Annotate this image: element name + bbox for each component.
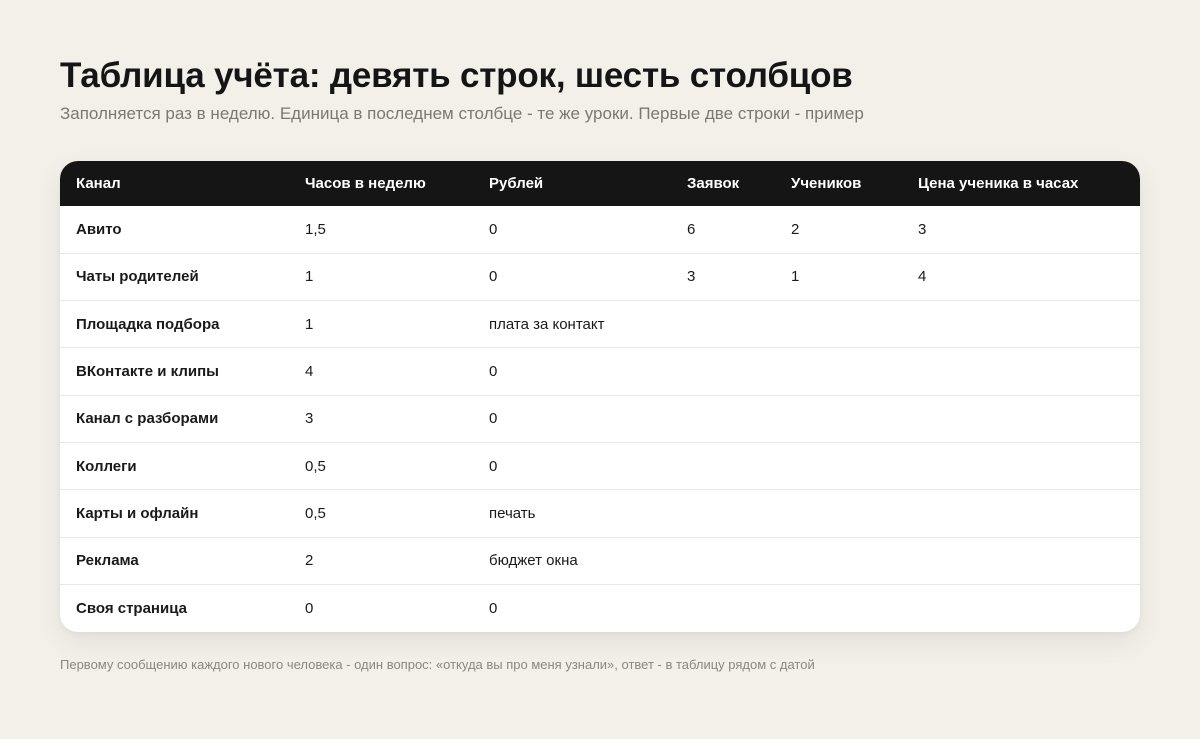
cell-rubles: плата за контакт [489,315,605,333]
tracking-table-card: Канал Часов в неделю Рублей Заявок Учени… [60,161,1140,632]
cell-hours: 1,5 [305,220,326,238]
cell-student-cost: 3 [918,220,927,238]
cell-channel: Коллеги [76,457,137,475]
cell-channel: Чаты родителей [76,268,199,286]
column-header-rubles: Рублей [489,175,544,192]
cell-requests [671,348,775,395]
cell-requests [671,395,775,442]
cell-requests [671,442,775,489]
page-title: Таблица учёта: девять строк, шесть столб… [60,56,853,95]
cell-hours: 0 [305,599,314,617]
cell-requests [671,584,775,631]
table-row: Чаты родителей 1 0 3 1 4 [60,253,1140,300]
cell-channel: ВКонтакте и клипы [76,363,219,381]
page-subtitle: Заполняется раз в неделю. Единица в посл… [60,104,864,123]
cell-students [775,584,902,631]
cell-student-cost [902,395,1140,442]
cell-channel: Реклама [76,552,139,570]
column-header-student-cost: Цена ученика в часах [918,175,1079,192]
cell-students: 2 [791,220,800,238]
table-body: Авито 1,5 0 6 2 3 Чаты родителей 1 0 3 1 4 Площадка … [60,206,1140,632]
cell-channel: Площадка подбора [76,315,220,333]
table-row: Своя страница 0 0 [60,584,1140,631]
cell-student-cost [902,584,1140,631]
cell-rubles: 0 [489,599,498,617]
cell-requests [671,537,775,584]
cell-rubles: бюджет окна [489,552,578,570]
cell-hours: 0,5 [305,457,326,475]
cell-hours: 3 [305,410,314,428]
cell-channel: Своя страница [76,599,187,617]
column-header-requests: Заявок [687,175,740,192]
cell-requests [671,301,775,348]
cell-rubles: 0 [489,363,498,381]
cell-hours: 0,5 [305,504,326,522]
cell-rubles: 0 [489,268,498,286]
cell-student-cost [902,537,1140,584]
cell-students [775,348,902,395]
cell-hours: 1 [305,315,314,333]
cell-requests: 6 [687,220,696,238]
cell-rubles: печать [489,504,536,522]
cell-rubles: 0 [489,220,498,238]
cell-students [775,490,902,537]
table-header: Канал Часов в неделю Рублей Заявок Учени… [60,161,1140,206]
table-row: Площадка подбора 1 плата за контакт [60,300,1140,348]
table-row: Реклама 2 бюджет окна [60,537,1140,584]
cell-students [775,301,902,348]
cell-student-cost [902,301,1140,348]
table-header-row: Канал Часов в неделю Рублей Заявок Учени… [60,161,1140,206]
cell-requests [671,490,775,537]
cell-channel: Канал с разборами [76,410,219,428]
tracking-table: Канал Часов в неделю Рублей Заявок Учени… [60,161,1140,632]
cell-channel: Карты и офлайн [76,504,199,522]
cell-students [775,442,902,489]
cell-student-cost [902,490,1140,537]
cell-requests: 3 [687,268,696,286]
cell-students [775,537,902,584]
column-header-hours: Часов в неделю [305,175,426,192]
cell-hours: 1 [305,268,314,286]
cell-student-cost [902,442,1140,489]
table-row: Карты и офлайн 0,5 печать [60,489,1140,537]
table-row: Коллеги 0,5 0 [60,442,1140,489]
cell-hours: 4 [305,363,314,381]
cell-student-cost [902,348,1140,395]
column-header-channel: Канал [76,175,121,192]
column-header-students: Учеников [791,175,862,192]
table-row: Канал с разборами 3 0 [60,395,1140,442]
cell-hours: 2 [305,552,314,570]
cell-students: 1 [791,268,800,286]
cell-students [775,395,902,442]
footnote: Первому сообщению каждого нового человек… [60,657,815,672]
cell-channel: Авито [76,220,122,238]
table-row: Авито 1,5 0 6 2 3 [60,206,1140,253]
cell-rubles: 0 [489,457,498,475]
cell-student-cost: 4 [918,268,927,286]
table-row: ВКонтакте и клипы 4 0 [60,347,1140,395]
cell-rubles: 0 [489,410,498,428]
